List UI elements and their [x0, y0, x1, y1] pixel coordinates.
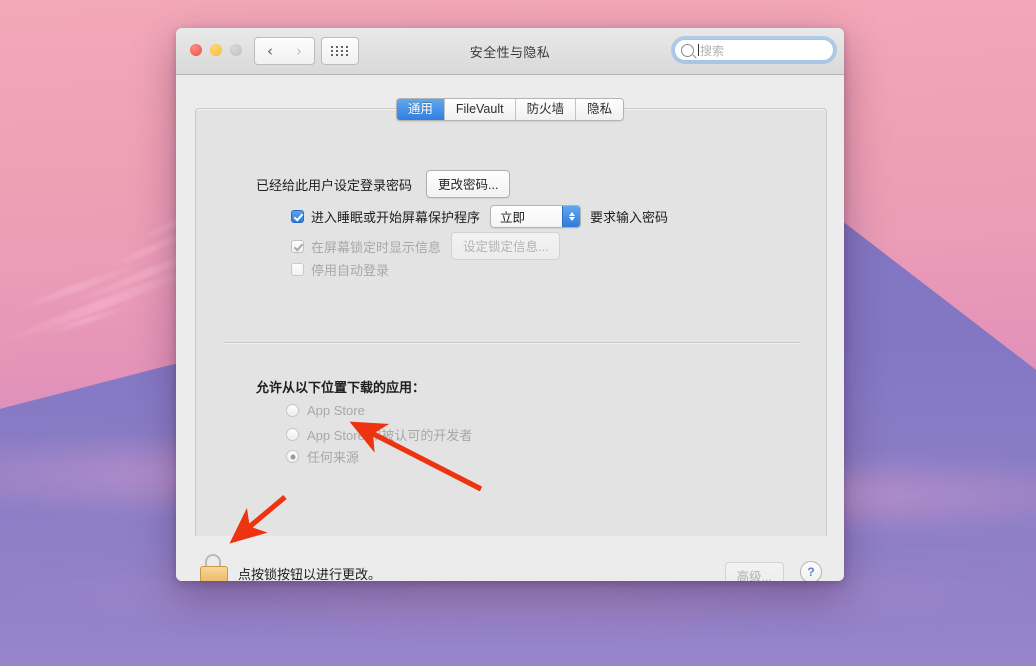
chevron-down-icon: [568, 217, 575, 221]
require-password-label: 进入睡眠或开始屏幕保护程序: [311, 210, 481, 225]
radio-row-anywhere[interactable]: 任何来源: [286, 447, 359, 466]
radio-identified-developers[interactable]: [286, 428, 299, 441]
require-password-suffix: 要求输入密码: [590, 210, 669, 225]
require-password-checkbox[interactable]: [291, 210, 304, 223]
lock-hint-text: 点按锁按钮以进行更改。: [238, 567, 382, 581]
lock-body: [200, 566, 228, 581]
set-lock-message-button[interactable]: 设定锁定信息...: [451, 232, 561, 260]
search-placeholder: 搜索: [700, 43, 725, 58]
require-password-delay-value: 立即: [500, 211, 526, 225]
radio-row-identified-developers[interactable]: App Store 和被认可的开发者: [286, 425, 472, 444]
tab-general[interactable]: 通用: [396, 99, 444, 120]
security-privacy-window: ‹ › 安全性与隐私 搜索 通用 FileVault 防火墙 隐私 已经给此用户…: [176, 28, 844, 581]
show-lock-message-checkbox[interactable]: [291, 239, 304, 253]
window-footer: 点按锁按钮以进行更改。 高级... ?: [176, 536, 844, 581]
disable-auto-login-checkbox[interactable]: [291, 263, 304, 276]
radio-anywhere-label: 任何来源: [307, 450, 360, 465]
disable-auto-login-row: 停用自动登录: [291, 260, 389, 279]
show-lock-message-label: 在屏幕锁定时显示信息: [311, 239, 442, 255]
help-button[interactable]: ?: [800, 561, 822, 581]
tab-bar: 通用 FileVault 防火墙 隐私: [176, 98, 844, 121]
lock-closed-icon[interactable]: [199, 554, 228, 581]
search-field-wrapper[interactable]: 搜索: [674, 39, 834, 61]
show-lock-message-row: 在屏幕锁定时显示信息 设定锁定信息...: [291, 232, 561, 260]
radio-identified-developers-label: App Store 和被认可的开发者: [307, 428, 473, 443]
disable-auto-login-label: 停用自动登录: [311, 263, 390, 278]
require-password-row: 进入睡眠或开始屏幕保护程序 立即 要求输入密码: [291, 205, 668, 228]
advanced-button[interactable]: 高级...: [724, 562, 784, 581]
allow-downloads-heading: 允许从以下位置下载的应用：: [256, 380, 426, 395]
search-input[interactable]: 搜索: [674, 39, 834, 61]
tab-filevault[interactable]: FileVault: [443, 99, 515, 120]
search-icon: [681, 43, 694, 57]
stepper-arrows-icon[interactable]: [562, 206, 581, 227]
radio-app-store[interactable]: [286, 404, 299, 417]
radio-anywhere[interactable]: [286, 450, 299, 463]
radio-row-app-store[interactable]: App Store: [286, 403, 365, 418]
tab-firewall[interactable]: 防火墙: [514, 99, 576, 120]
section-divider: [223, 342, 801, 343]
text-caret: [698, 44, 699, 56]
login-password-label: 已经给此用户设定登录密码: [256, 177, 413, 193]
window-titlebar: ‹ › 安全性与隐私 搜索: [176, 28, 844, 75]
tab-privacy[interactable]: 隐私: [575, 99, 624, 120]
change-password-button[interactable]: 更改密码...: [426, 170, 511, 198]
radio-app-store-label: App Store: [307, 403, 365, 418]
login-password-row: 已经给此用户设定登录密码 更改密码...: [256, 170, 511, 198]
chevron-up-icon: [568, 212, 575, 216]
general-tab-panel: 已经给此用户设定登录密码 更改密码... 进入睡眠或开始屏幕保护程序 立即 要求…: [195, 108, 827, 538]
require-password-delay-select[interactable]: 立即: [490, 205, 582, 228]
